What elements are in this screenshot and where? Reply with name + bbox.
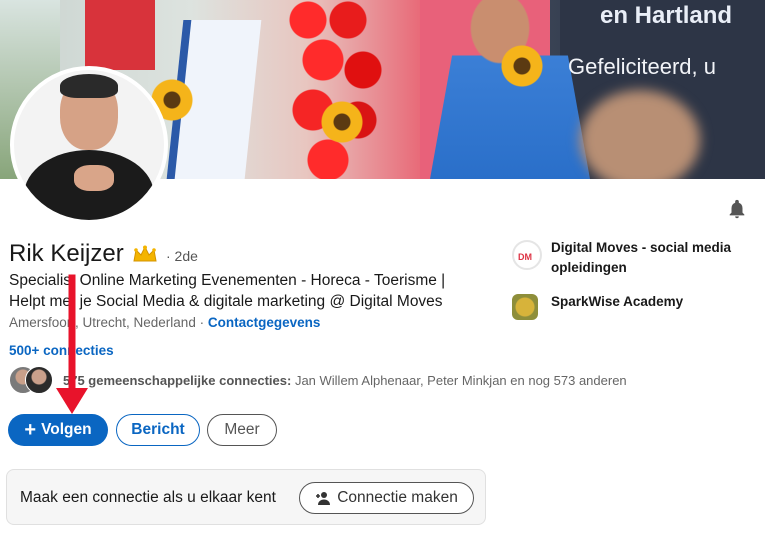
crown-icon bbox=[133, 245, 157, 262]
org1-name-line1: Digital Moves - social media bbox=[551, 240, 732, 255]
location-separator: · bbox=[195, 315, 208, 330]
more-button[interactable]: Meer bbox=[207, 414, 277, 446]
banner-board-text: en Hartland bbox=[600, 2, 733, 29]
mutual-names: Jan Willem Alphenaar, Peter Minkjan en n… bbox=[291, 373, 627, 388]
connections-link[interactable]: 500+ connecties bbox=[9, 343, 114, 358]
connect-card-text: Maak een connectie als u elkaar kent bbox=[20, 489, 276, 506]
avatar bbox=[25, 366, 53, 394]
connect-card: Maak een connectie als u elkaar kent Con… bbox=[6, 469, 486, 525]
headline-line-2: Helpt met je Social Media & digitale mar… bbox=[9, 293, 443, 310]
mutual-avatars[interactable] bbox=[9, 366, 57, 394]
profile-location: Amersfoort, Utrecht, Nederland · Contact… bbox=[9, 315, 320, 330]
connect-button[interactable]: Connectie maken bbox=[299, 482, 474, 514]
plus-icon: + bbox=[24, 419, 37, 441]
follow-label: Volgen bbox=[41, 421, 92, 438]
connection-degree: · 2de bbox=[166, 248, 198, 264]
profile-avatar[interactable] bbox=[10, 66, 168, 224]
location-text: Amersfoort, Utrecht, Nederland bbox=[9, 315, 196, 330]
person-add-icon bbox=[316, 492, 331, 505]
org1-name-line2: opleidingen bbox=[551, 260, 627, 275]
message-button[interactable]: Bericht bbox=[116, 414, 200, 446]
contact-info-link[interactable]: Contactgegevens bbox=[208, 315, 321, 330]
profile-name: Rik Keijzer bbox=[9, 240, 124, 267]
mutual-connections[interactable]: 575 gemeenschappelijke connecties: Jan W… bbox=[63, 373, 627, 388]
connect-button-label: Connectie maken bbox=[337, 489, 458, 506]
follow-button[interactable]: + Volgen bbox=[8, 414, 108, 446]
sparkwise-logo bbox=[512, 294, 538, 320]
profile-headline: Specialist Online Marketing Evenementen … bbox=[9, 270, 479, 312]
mutual-count: 575 gemeenschappelijke connecties: bbox=[63, 373, 292, 388]
headline-line-1: Specialist Online Marketing Evenementen … bbox=[9, 272, 446, 289]
digital-moves-logo bbox=[512, 240, 542, 270]
org2-name: SparkWise Academy bbox=[551, 294, 684, 309]
banner-board-text-2: Gefeliciteerd, u bbox=[568, 54, 716, 79]
bell-icon[interactable] bbox=[726, 198, 748, 220]
